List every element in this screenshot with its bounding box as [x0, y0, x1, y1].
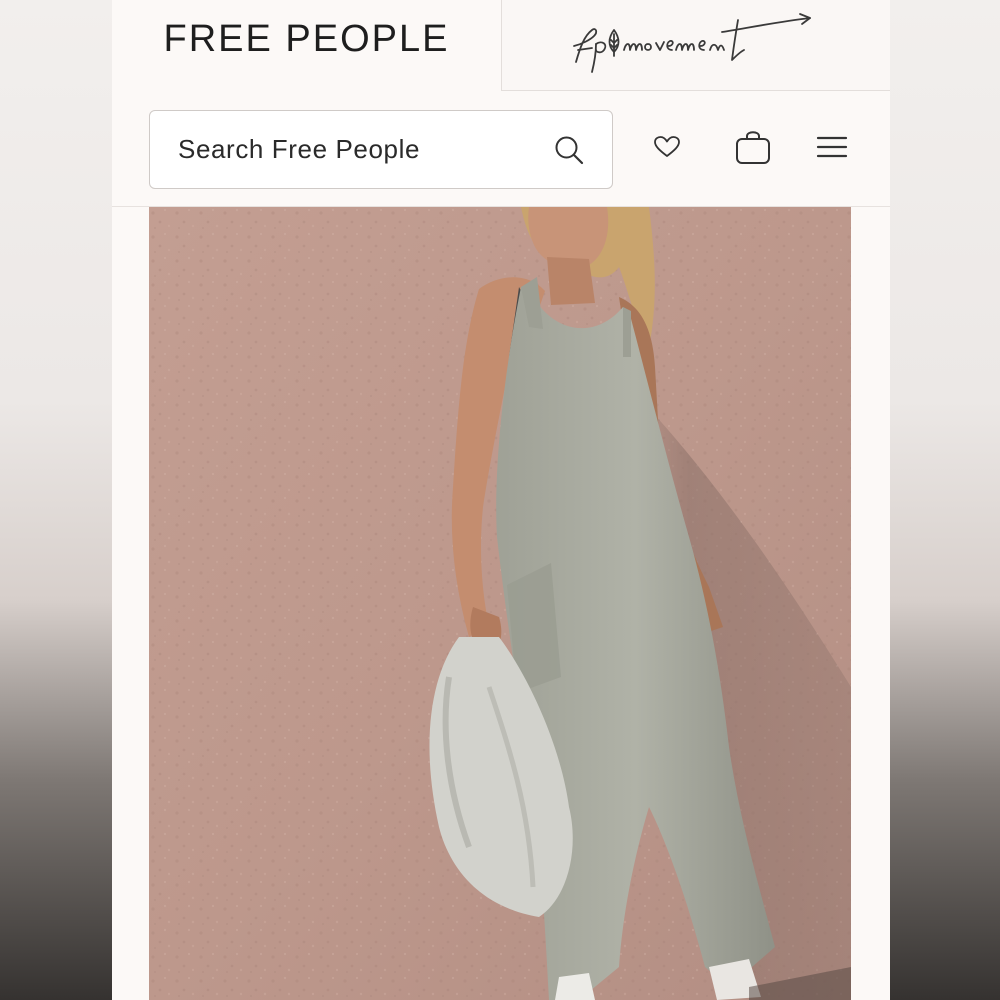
brand-header: FREE PEOPLE — [112, 0, 890, 92]
mobile-page: FREE PEOPLE Search Free People — [112, 0, 890, 1000]
fp-movement-logo-link[interactable] — [501, 0, 890, 91]
hero-illustration — [149, 207, 851, 1000]
search-input[interactable]: Search Free People — [149, 110, 613, 189]
left-blur-margin — [0, 0, 112, 1000]
free-people-logo-link[interactable]: FREE PEOPLE — [112, 0, 501, 92]
hero-product-image[interactable] — [149, 207, 851, 1000]
right-blur-margin — [890, 0, 1000, 1000]
fp-movement-logo — [572, 13, 811, 73]
hamburger-menu-icon[interactable] — [812, 130, 852, 164]
heart-icon[interactable] — [647, 130, 687, 164]
shopping-bag-icon[interactable] — [731, 124, 775, 168]
search-icon[interactable] — [554, 135, 584, 165]
search-placeholder: Search Free People — [178, 134, 421, 164]
free-people-logo: FREE PEOPLE — [163, 17, 450, 60]
utility-bar: Search Free People — [112, 92, 890, 207]
